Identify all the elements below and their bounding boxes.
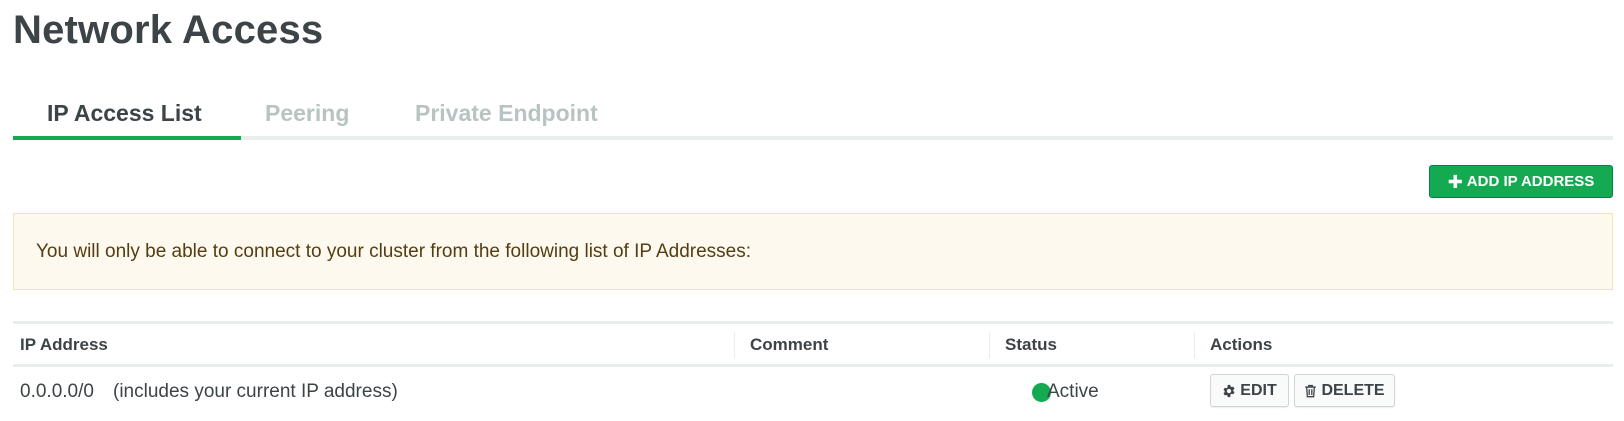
tab-ip-access-list[interactable]: IP Access List: [47, 100, 202, 127]
ip-access-table: IP Address Comment Status Actions 0.0.0.…: [13, 321, 1613, 419]
column-header-ip-address: IP Address: [20, 335, 108, 354]
tab-peering[interactable]: Peering: [265, 100, 349, 127]
tab-private-endpoint[interactable]: Private Endpoint: [415, 100, 598, 127]
info-banner-text: You will only be able to connect to your…: [36, 240, 751, 262]
tab-bar: IP Access List Peering Private Endpoint: [13, 88, 1613, 140]
add-ip-address-button[interactable]: ✚ ADD IP ADDRESS: [1429, 165, 1613, 198]
gear-icon: [1222, 384, 1236, 398]
ip-address-note: (includes your current IP address): [113, 381, 398, 402]
delete-button[interactable]: DELETE: [1294, 374, 1395, 407]
table-row: 0.0.0.0/0 (includes your current IP addr…: [13, 367, 1613, 419]
status-label: Active: [1047, 381, 1099, 402]
page-title: Network Access: [13, 8, 324, 52]
ip-address-cell: 0.0.0.0/0: [20, 381, 94, 402]
column-divider: [734, 332, 735, 358]
active-tab-indicator: [13, 136, 241, 140]
edit-button[interactable]: EDIT: [1210, 374, 1289, 407]
plus-icon: ✚: [1447, 171, 1463, 192]
table-header: IP Address Comment Status Actions: [13, 324, 1613, 367]
column-divider: [989, 332, 990, 358]
column-header-actions: Actions: [1210, 335, 1273, 354]
column-header-status: Status: [1005, 335, 1057, 354]
delete-label: DELETE: [1321, 381, 1385, 399]
edit-label: EDIT: [1240, 381, 1277, 399]
column-divider: [1194, 332, 1195, 358]
info-banner: You will only be able to connect to your…: [13, 213, 1613, 290]
add-ip-address-label: ADD IP ADDRESS: [1466, 173, 1595, 190]
trash-icon: [1304, 384, 1317, 398]
column-header-comment: Comment: [750, 335, 829, 354]
